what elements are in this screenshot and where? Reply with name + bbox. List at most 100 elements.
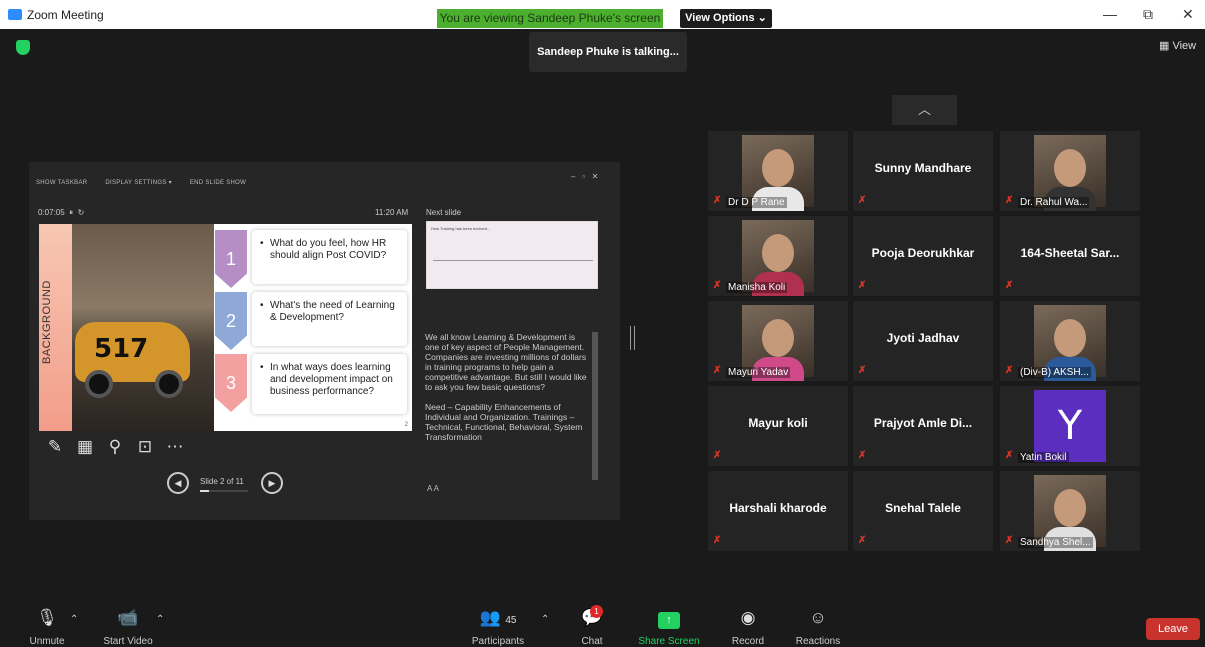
participant-face	[762, 234, 794, 272]
viewing-banner: You are viewing Sandeep Phuke's screen	[437, 9, 663, 28]
participants-label: Participants	[471, 636, 525, 647]
muted-mic-icon: ✗	[858, 280, 867, 291]
reactions-button[interactable]: ☺ Reactions	[794, 608, 842, 647]
black-screen-icon[interactable]: ⊡	[130, 437, 160, 457]
start-video-label: Start Video	[103, 636, 153, 647]
end-slide-show-button[interactable]: END SLIDE SHOW	[190, 180, 246, 186]
title-bar: Zoom Meeting You are viewing Sandeep Phu…	[0, 0, 1205, 29]
next-slide-title: How Training has been evolved...	[431, 226, 491, 231]
slide-progress-bar	[200, 490, 248, 492]
slide-tools: ✎ ▦ ⚲ ⊡ ⋯	[40, 437, 190, 457]
gallery-up-button[interactable]: ︿	[892, 95, 957, 125]
close-icon[interactable]: ✕	[1182, 6, 1194, 23]
pause-icon[interactable]: ⏸	[69, 208, 73, 217]
participant-name: Snehal Talele	[885, 501, 961, 515]
timeline-line	[433, 260, 593, 261]
participant-face	[1054, 149, 1086, 187]
previous-slide-icon[interactable]: ◀	[167, 472, 189, 494]
display-settings-button[interactable]: DISPLAY SETTINGS ▾	[105, 180, 172, 186]
show-taskbar-button[interactable]: SHOW TASKBAR	[36, 180, 87, 186]
question-2: What's the need of Learning & Developmen…	[252, 292, 407, 346]
muted-mic-icon: ✗	[1005, 195, 1014, 206]
muted-mic-icon: ✗	[1005, 450, 1014, 461]
muted-mic-icon: ✗	[1005, 535, 1014, 546]
participant-tile[interactable]: ✗ Dr. Rahul Wa...	[1000, 131, 1140, 211]
security-shield-icon[interactable]	[16, 40, 30, 55]
next-slide-preview[interactable]: How Training has been evolved...	[426, 221, 598, 289]
view-options-button[interactable]: View Options ⌄	[680, 9, 772, 28]
participants-caret-icon[interactable]: ⌃	[541, 614, 549, 625]
step-chevron-1: 1	[215, 230, 247, 288]
participant-name: Sandhya Shel...	[1018, 537, 1093, 548]
participant-tile[interactable]: ✗ Sandhya Shel...	[1000, 471, 1140, 551]
maximize-icon[interactable]: ⧉	[1143, 6, 1153, 23]
muted-mic-icon: ✗	[713, 195, 722, 206]
notes-paragraph: We all know Learning & Development is on…	[425, 332, 587, 392]
participant-tile[interactable]: Mayur koli ✗	[708, 386, 848, 466]
muted-mic-icon: ✗	[713, 365, 722, 376]
participant-tile[interactable]: Y ✗ Yatin Bokil	[1000, 386, 1140, 466]
share-screen-label: Share Screen	[638, 636, 700, 647]
car-wheel	[85, 370, 113, 398]
muted-mic-icon: ✗	[858, 365, 867, 376]
audio-options-caret-icon[interactable]: ⌃	[70, 614, 78, 625]
participant-tile[interactable]: Jyoti Jadhav ✗	[853, 301, 993, 381]
participant-tile[interactable]: ✗ Dr D P Rane	[708, 131, 848, 211]
slide-progress-fill	[200, 490, 209, 492]
panel-resize-handle[interactable]	[630, 326, 635, 350]
participant-tile[interactable]: Pooja Deorukhkar ✗	[853, 216, 993, 296]
next-slide-icon[interactable]: ▶	[261, 472, 283, 494]
record-label: Record	[731, 636, 765, 647]
participant-name: Manisha Koli	[726, 282, 788, 293]
font-size-controls[interactable]: A A	[427, 484, 439, 493]
question-3: In what ways does learning and developme…	[252, 354, 407, 414]
participant-tile[interactable]: Snehal Talele ✗	[853, 471, 993, 551]
participant-face	[1054, 489, 1086, 527]
participant-name: Jyoti Jadhav	[886, 331, 960, 345]
presenter-toolbar: SHOW TASKBAR DISPLAY SETTINGS ▾ END SLID…	[36, 179, 262, 186]
participant-tile[interactable]: ✗ Manisha Koli	[708, 216, 848, 296]
video-options-caret-icon[interactable]: ⌃	[156, 614, 164, 625]
muted-mic-icon: ✗	[713, 450, 722, 461]
view-button[interactable]: ▦ View	[1159, 39, 1196, 52]
muted-mic-icon: ✗	[858, 195, 867, 206]
meeting-toolbar: 🎙 Unmute ⌃ 📹 Start Video ⌃ 👥 45 Particip…	[0, 600, 1205, 647]
view-button-label: View	[1172, 40, 1197, 52]
pen-icon[interactable]: ✎	[40, 437, 70, 457]
participant-tile[interactable]: 164-Sheetal Sar... ✗	[1000, 216, 1140, 296]
unmute-label: Unmute	[29, 636, 65, 647]
more-options-icon[interactable]: ⋯	[160, 437, 190, 457]
chat-label: Chat	[581, 636, 603, 647]
reactions-icon: ☺	[809, 608, 827, 627]
minimize-icon[interactable]: —	[1103, 6, 1117, 22]
zoom-icon[interactable]: ⚲	[100, 437, 130, 457]
slide-navigation: ◀ Slide 2 of 11 ▶	[167, 472, 287, 494]
share-screen-button[interactable]: ↑ Share Screen	[638, 608, 700, 647]
question-1: What do you feel, how HR should align Po…	[252, 230, 407, 284]
participant-tile[interactable]: ✗ Mayuri Yadav	[708, 301, 848, 381]
unmute-button[interactable]: 🎙 Unmute	[24, 608, 70, 647]
participant-tile[interactable]: Sunny Mandhare ✗	[853, 131, 993, 211]
timer-value: 0:07:05	[38, 208, 65, 217]
presentation-timer: 0:07:05 ⏸ ↻	[38, 208, 84, 218]
reset-icon[interactable]: ↻	[78, 208, 85, 217]
participant-tile[interactable]: Harshali kharode ✗	[708, 471, 848, 551]
muted-mic-icon: ✗	[858, 535, 867, 546]
leave-button[interactable]: Leave	[1146, 618, 1200, 640]
speaker-notes[interactable]: We all know Learning & Development is on…	[425, 332, 590, 480]
participant-name: Prajyot Amle Di...	[873, 416, 973, 430]
chat-button[interactable]: 💬 1 Chat	[577, 605, 607, 647]
participant-tile[interactable]: ✗ (Div-B) AKSH...	[1000, 301, 1140, 381]
participant-count: 45	[505, 615, 517, 626]
record-button[interactable]: ◉ Record	[730, 608, 766, 647]
participant-name: (Div-B) AKSH...	[1018, 367, 1091, 378]
step-chevron-2: 2	[215, 292, 247, 350]
notes-scrollbar[interactable]	[592, 332, 598, 480]
participants-button[interactable]: 👥 45 Participants	[470, 608, 526, 647]
see-all-slides-icon[interactable]: ▦	[70, 437, 100, 457]
participant-tile[interactable]: Prajyot Amle Di... ✗	[853, 386, 993, 466]
video-off-icon: 📹	[117, 608, 139, 627]
step-chevron-3: 3	[215, 354, 247, 412]
presentation-clock: 11:20 AM	[375, 208, 409, 217]
start-video-button[interactable]: 📹 Start Video	[98, 608, 158, 647]
